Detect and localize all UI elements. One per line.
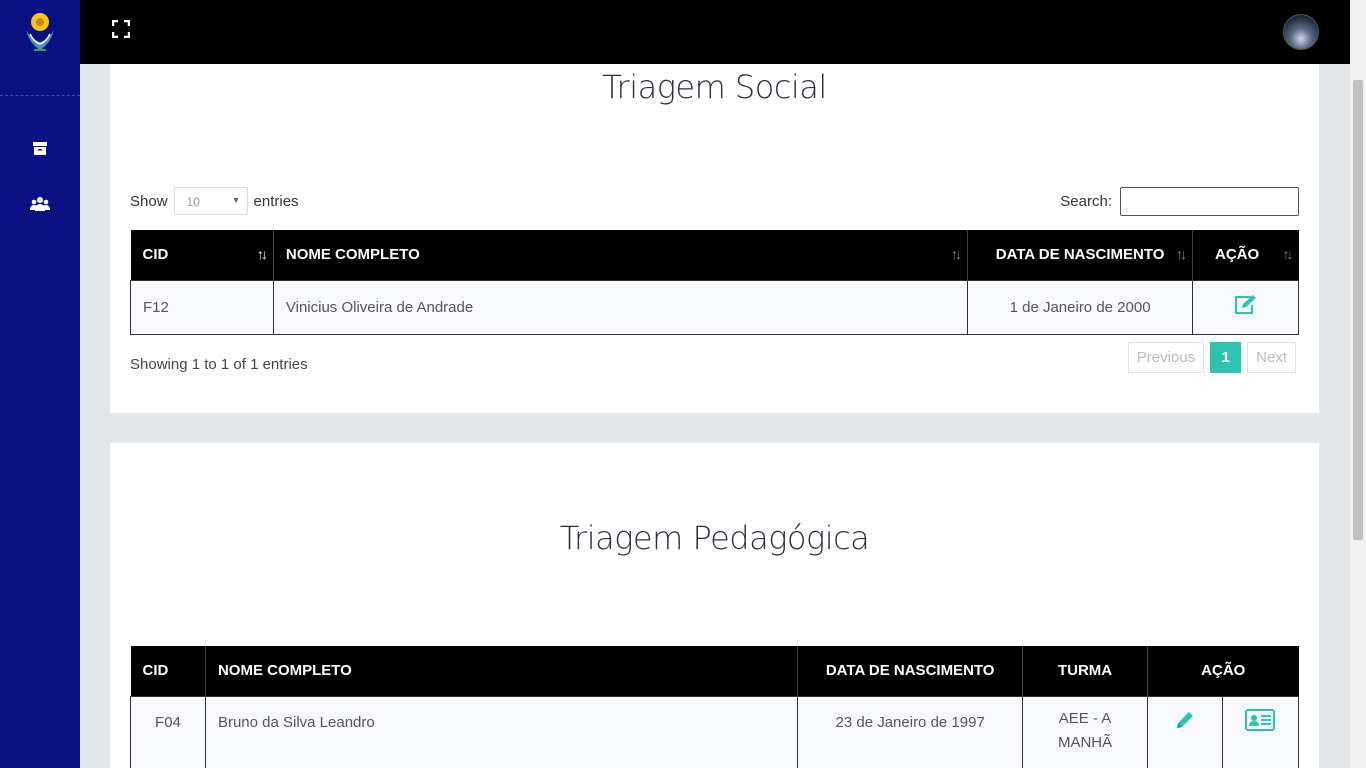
scrollbar-thumb[interactable] [1353, 80, 1363, 540]
social-table: CID ↑↓ NOME COMPLETO ↑↓ DATA DE NASCIMEN… [130, 230, 1299, 335]
cell-cid: F12 [130, 279, 274, 335]
column-header-data[interactable]: DATA DE NASCIMENTO ↑↓ [967, 230, 1194, 280]
column-header-acao: AÇÃO [1147, 646, 1299, 696]
column-header-cid: CID [130, 646, 206, 696]
pencil-icon [1177, 711, 1193, 728]
edit-button[interactable] [1147, 695, 1223, 768]
pagination: Previous 1 Next [1127, 342, 1296, 373]
user-avatar[interactable] [1283, 14, 1319, 50]
cell-data: 23 de Janeiro de 1997 [797, 695, 1024, 768]
page-scrollbar[interactable] [1350, 0, 1366, 768]
section-title: Triagem Pedagógica [559, 519, 870, 557]
fullscreen-button[interactable] [111, 19, 134, 42]
column-header-nome: NOME COMPLETO [205, 646, 799, 696]
sidebar-item-users[interactable] [22, 186, 58, 222]
column-header-turma: TURMA [1022, 646, 1149, 696]
cell-nome: Bruno da Silva Leandro [204, 695, 799, 768]
cell-turma: AEE - A MANHÃ [1022, 695, 1149, 768]
entries-value: 10 [186, 195, 200, 209]
sidebar-item-archive[interactable] [22, 130, 58, 166]
column-header-cid[interactable]: CID ↑↓ [130, 230, 274, 280]
topbar [80, 0, 1350, 64]
pedagogica-table: CID NOME COMPLETO DATA DE NASCIMENTO TUR… [130, 646, 1300, 768]
id-card-icon [1245, 708, 1276, 731]
table-row: F12 Vinicius Oliveira de Andrade 1 de Ja… [130, 279, 1299, 335]
search-label: Search: [1060, 193, 1112, 210]
column-header-acao[interactable]: AÇÃO ↑↓ [1192, 230, 1299, 280]
edit-icon [1234, 295, 1256, 314]
show-label: Show [130, 192, 168, 210]
triagem-social-card: Triagem Social Show 10 ▼ entries Search:… [110, 64, 1319, 413]
chevron-down-icon: ▼ [231, 195, 241, 205]
cell-nome: Vinicius Oliveira de Andrade [272, 279, 969, 335]
section-title: Triagem Social [602, 68, 827, 106]
sort-icon: ↑↓ [1282, 246, 1294, 262]
search-control: Search: [1060, 187, 1299, 216]
sidebar [0, 0, 80, 768]
entries-label: entries [253, 192, 299, 210]
previous-button[interactable]: Previous [1127, 342, 1205, 373]
search-input[interactable] [1120, 187, 1299, 216]
archive-icon [33, 142, 47, 155]
entries-select[interactable]: 10 ▼ [173, 187, 248, 215]
sort-icon: ↑↓ [951, 246, 962, 262]
sort-icon: ↑↓ [1176, 246, 1187, 262]
emblem-logo[interactable] [0, 0, 80, 96]
expand-icon [111, 19, 131, 39]
edit-button[interactable] [1192, 279, 1299, 335]
sort-icon: ↑↓ [256, 246, 268, 262]
column-header-data: DATA DE NASCIMENTO [797, 646, 1024, 696]
cell-cid: F04 [130, 695, 206, 768]
users-icon [30, 197, 50, 211]
triagem-pedagogica-card: Triagem Pedagógica CID NOME COMPLETO DAT… [110, 443, 1319, 768]
view-card-button[interactable] [1221, 695, 1300, 768]
page-button[interactable]: 1 [1210, 342, 1242, 373]
table-info: Showing 1 to 1 of 1 entries [130, 356, 308, 373]
table-row: F04 Bruno da Silva Leandro 23 de Janeiro… [130, 695, 1300, 768]
column-header-nome[interactable]: NOME COMPLETO ↑↓ [273, 230, 969, 280]
show-entries-control: Show 10 ▼ entries [130, 187, 299, 215]
cell-data: 1 de Janeiro de 2000 [967, 279, 1194, 335]
next-button[interactable]: Next [1247, 342, 1296, 373]
